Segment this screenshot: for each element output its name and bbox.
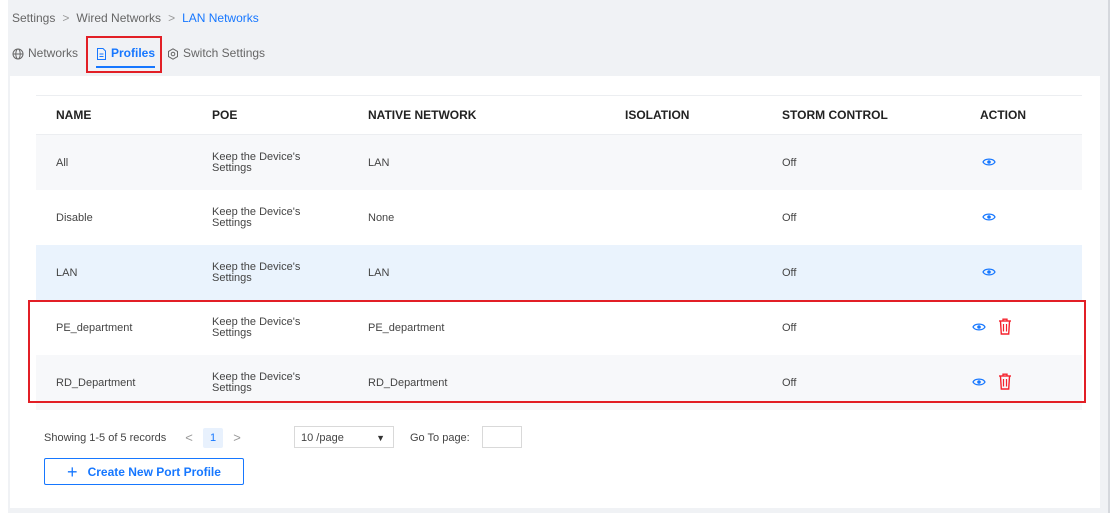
cell-native-network: LAN: [368, 266, 390, 279]
column-header-native-network[interactable]: NATIVE NETWORK: [368, 96, 476, 134]
tab-networks[interactable]: Networks: [12, 40, 78, 66]
page-number-1[interactable]: 1: [203, 428, 223, 448]
table-row[interactable]: LAN Keep the Device's Settings LAN Off: [36, 245, 1082, 300]
cell-storm-control: Off: [782, 156, 797, 169]
tab-switch-settings[interactable]: Switch Settings: [167, 40, 265, 66]
poe-line: Settings: [212, 271, 252, 284]
profiles-tab-highlight-box: [86, 36, 162, 73]
page-size-value: 10 /page: [301, 432, 344, 444]
poe-line: Settings: [212, 216, 252, 229]
view-eye-icon[interactable]: [982, 155, 996, 169]
window-edge: [1108, 0, 1110, 513]
cell-poe: Keep the Device's Settings: [212, 245, 322, 300]
plus-icon: +: [67, 461, 78, 482]
column-header-action: ACTION: [980, 108, 1026, 122]
column-header-name[interactable]: NAME: [56, 96, 91, 134]
next-page-button[interactable]: >: [228, 426, 246, 450]
column-header-storm-control[interactable]: STORM CONTROL: [782, 96, 888, 134]
breadcrumb-settings[interactable]: Settings: [12, 11, 55, 25]
breadcrumb-wired-networks[interactable]: Wired Networks: [76, 11, 161, 25]
cell-storm-control: Off: [782, 266, 797, 279]
create-port-profile-button[interactable]: + Create New Port Profile: [44, 458, 244, 485]
pagination-summary: Showing 1-5 of 5 records: [44, 432, 167, 444]
breadcrumb-separator: >: [62, 11, 70, 25]
globe-icon: [12, 48, 24, 60]
gear-icon: [168, 48, 178, 60]
table-row[interactable]: All Keep the Device's Settings LAN Off: [36, 135, 1082, 190]
column-header-poe[interactable]: POE: [212, 96, 237, 134]
cell-storm-control: Off: [782, 211, 797, 224]
cell-name: All: [56, 156, 69, 169]
custom-profiles-highlight-box: [28, 300, 1086, 403]
cell-name: Disable: [56, 211, 93, 224]
tab-label: Networks: [28, 46, 79, 60]
view-eye-icon[interactable]: [982, 210, 996, 224]
profiles-panel: NAME POE NATIVE NETWORK ISOLATION STORM …: [10, 76, 1100, 508]
breadcrumb-lan-networks: LAN Networks: [182, 11, 259, 25]
goto-page-label: Go To page:: [410, 432, 470, 444]
create-button-label: Create New Port Profile: [87, 464, 221, 479]
goto-page-input[interactable]: [482, 426, 522, 448]
cell-native-network: LAN: [368, 156, 390, 169]
cell-name: LAN: [56, 266, 78, 279]
tab-label: Switch Settings: [183, 46, 266, 60]
cell-native-network: None: [368, 211, 395, 224]
cell-poe: Keep the Device's Settings: [212, 135, 322, 190]
breadcrumb-separator: >: [168, 11, 176, 25]
breadcrumb: Settings > Wired Networks > LAN Networks: [12, 11, 259, 25]
poe-line: Settings: [212, 161, 252, 174]
chevron-down-icon: ▼: [376, 433, 385, 443]
prev-page-button[interactable]: <: [180, 426, 198, 450]
page-size-select[interactable]: 10 /page ▼: [294, 426, 394, 448]
table-row[interactable]: Disable Keep the Device's Settings None O…: [36, 190, 1082, 245]
view-eye-icon[interactable]: [982, 265, 996, 279]
column-header-isolation[interactable]: ISOLATION: [625, 96, 689, 134]
cell-poe: Keep the Device's Settings: [212, 190, 322, 245]
table-header: NAME POE NATIVE NETWORK ISOLATION STORM …: [36, 95, 1082, 135]
